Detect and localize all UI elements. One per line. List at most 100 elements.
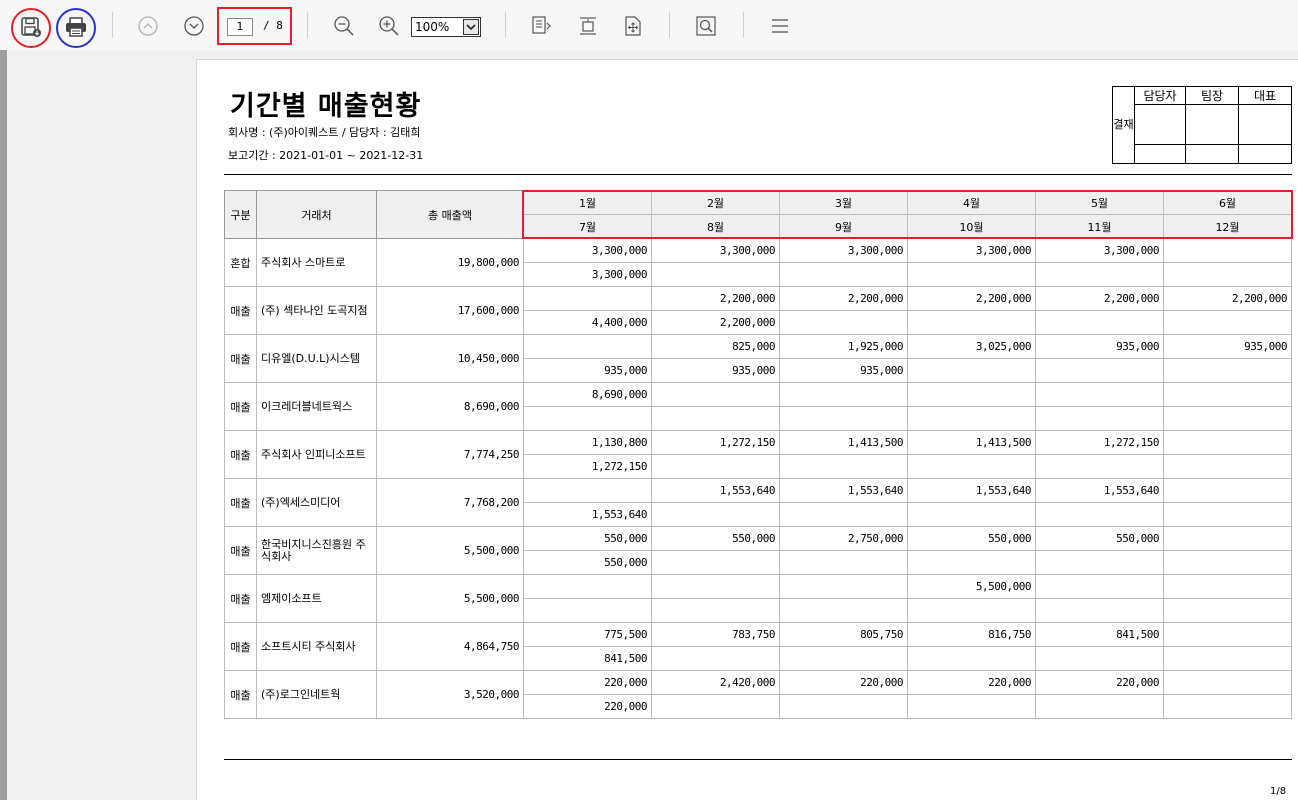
month-cell: 550,000 [651, 526, 780, 551]
zoom-select[interactable]: 100% [411, 17, 481, 37]
row-type: 매출 [224, 574, 257, 623]
month-cell [907, 358, 1036, 383]
header-divider [224, 174, 1292, 175]
header-total: 총 매출액 [376, 190, 524, 239]
approval-date-cell [1134, 144, 1186, 164]
print-icon[interactable] [63, 15, 89, 39]
footer-divider [224, 759, 1292, 760]
month-cell: 935,000 [1163, 334, 1292, 359]
header-month: 3월 [779, 190, 908, 215]
header-month: 12월 [1163, 214, 1292, 239]
table-row: 매출 (주)로그인네트웍 3,520,000 220,000 2,420,000 220,… [224, 670, 1292, 719]
month-cell: 3,300,000 [523, 238, 652, 263]
approval-date-cell [1185, 144, 1239, 164]
row-total: 7,774,250 [376, 430, 524, 479]
month-cell: 1,925,000 [779, 334, 908, 359]
approval-role: 대표 [1238, 86, 1292, 105]
row-type: 혼합 [224, 238, 257, 287]
month-cell: 841,500 [1035, 622, 1164, 647]
header-gubun: 구분 [224, 190, 257, 239]
month-cell [1035, 382, 1164, 407]
month-cell [523, 334, 652, 359]
page-total-label: / 8 [263, 19, 283, 32]
month-cell [651, 454, 780, 479]
month-cell: 935,000 [1035, 334, 1164, 359]
approval-sign-cell [1185, 104, 1239, 145]
month-cell [779, 550, 908, 575]
month-cell: 3,025,000 [907, 334, 1036, 359]
month-cell [779, 574, 908, 599]
row-type: 매출 [224, 622, 257, 671]
month-cell [1035, 694, 1164, 719]
header-month: 4월 [907, 190, 1036, 215]
month-cell: 220,000 [907, 670, 1036, 695]
month-cell [1163, 406, 1292, 431]
toolbar-separator [505, 12, 506, 38]
approval-date-cell [1238, 144, 1292, 164]
month-cell: 1,272,150 [1035, 430, 1164, 455]
month-cell [1163, 526, 1292, 551]
month-cell [523, 574, 652, 599]
month-cell [1035, 358, 1164, 383]
zoom-out-icon[interactable] [332, 14, 356, 38]
row-type: 매출 [224, 430, 257, 479]
month-cell: 825,000 [651, 334, 780, 359]
zoom-in-icon[interactable] [377, 14, 401, 38]
row-total: 10,450,000 [376, 334, 524, 383]
approval-role: 담당자 [1134, 86, 1186, 105]
save-icon[interactable] [19, 15, 43, 39]
month-cell [1163, 238, 1292, 263]
page-width-icon[interactable] [529, 14, 553, 38]
row-type: 매출 [224, 478, 257, 527]
toolbar-separator [743, 12, 744, 38]
month-cell [779, 646, 908, 671]
month-cell [1035, 310, 1164, 335]
approval-sign-cell [1134, 104, 1186, 145]
table-row: 매출 한국비지니스진흥원 주식회사 5,500,000 550,000 550,000 2… [224, 526, 1292, 575]
month-cell: 1,272,150 [523, 454, 652, 479]
month-cell: 841,500 [523, 646, 652, 671]
month-cell: 2,200,000 [779, 286, 908, 311]
row-total: 7,768,200 [376, 478, 524, 527]
month-cell: 1,413,500 [779, 430, 908, 455]
month-cell: 2,200,000 [1035, 286, 1164, 311]
month-cell [907, 454, 1036, 479]
month-cell: 3,300,000 [779, 238, 908, 263]
month-cell [1035, 646, 1164, 671]
month-cell: 3,300,000 [651, 238, 780, 263]
month-cell [907, 406, 1036, 431]
row-total: 5,500,000 [376, 526, 524, 575]
fit-page-icon[interactable] [621, 14, 645, 38]
row-total: 4,864,750 [376, 622, 524, 671]
row-total: 17,600,000 [376, 286, 524, 335]
approval-role: 팀장 [1185, 86, 1239, 105]
month-cell: 783,750 [651, 622, 780, 647]
fit-height-icon[interactable] [576, 14, 600, 38]
month-cell [651, 382, 780, 407]
month-cell: 775,500 [523, 622, 652, 647]
row-total: 5,500,000 [376, 574, 524, 623]
month-cell [651, 574, 780, 599]
next-page-icon[interactable] [182, 14, 206, 38]
table-row: 매출 주식회사 인피니소프트 7,774,250 1,130,800 1,272,150… [224, 430, 1292, 479]
month-cell [1035, 598, 1164, 623]
previous-page-icon[interactable] [136, 14, 160, 38]
month-cell [1163, 574, 1292, 599]
header-month: 7월 [523, 214, 652, 239]
month-cell [651, 406, 780, 431]
header-customer: 거래처 [256, 190, 377, 239]
month-cell: 1,413,500 [907, 430, 1036, 455]
page-number-input[interactable]: 1 [227, 18, 253, 36]
month-cell [651, 598, 780, 623]
month-cell: 2,200,000 [651, 286, 780, 311]
month-cell: 220,000 [779, 670, 908, 695]
period-line: 보고기간 : 2021-01-01 ~ 2021-12-31 [228, 149, 424, 162]
left-panel-border [0, 50, 7, 800]
row-type: 매출 [224, 334, 257, 383]
table-row: 매출 이크레더블네트웍스 8,690,000 8,690,000 [224, 382, 1292, 431]
month-cell: 220,000 [523, 670, 652, 695]
toolbar-separator [112, 12, 113, 38]
row-customer: 디유엘(D.U.L)시스템 [256, 334, 377, 383]
menu-icon[interactable] [768, 14, 792, 38]
find-icon[interactable] [694, 14, 718, 38]
